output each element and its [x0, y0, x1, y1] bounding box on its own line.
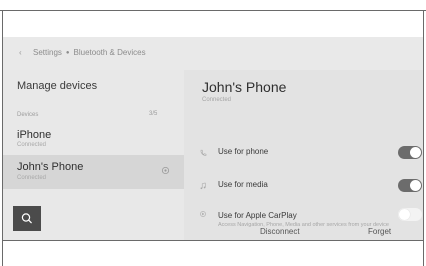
toggle-use-for-phone[interactable] — [398, 146, 422, 159]
bottom-margin — [3, 241, 423, 266]
device-status: Connected — [17, 175, 47, 181]
frame-right-border — [423, 10, 424, 266]
devices-section-label: Devices — [17, 112, 39, 118]
device-status: Connected — [17, 142, 47, 148]
frame-top-border — [0, 10, 426, 11]
toggle-knob — [399, 209, 410, 220]
search-icon — [21, 213, 32, 224]
device-list-panel: Manage devices Devices 3/5 iPhone Connec… — [3, 70, 184, 240]
breadcrumb-settings[interactable]: Settings — [33, 48, 62, 57]
devices-count: 3/5 — [149, 111, 158, 117]
device-title: John's Phone — [202, 79, 287, 95]
carplay-icon — [200, 211, 206, 217]
toggle-knob — [410, 147, 421, 158]
option-label: Use for media — [218, 180, 268, 189]
music-note-icon — [200, 182, 206, 190]
toggle-knob — [410, 180, 421, 191]
infotainment-screen: ‹ Settings ● Bluetooth & Devices Manage de… — [3, 37, 423, 240]
option-label: Use for phone — [218, 147, 269, 156]
device-detail-panel: John's Phone Connected Use for phone Use… — [184, 70, 423, 240]
device-item-johns-phone[interactable]: John's Phone Connected — [3, 155, 184, 189]
top-margin — [0, 0, 426, 10]
chevron-left-icon[interactable]: ‹ — [19, 48, 22, 57]
option-label: Use for Apple CarPlay — [218, 211, 297, 220]
forget-button[interactable]: Forget — [368, 227, 391, 236]
phone-icon — [200, 149, 207, 156]
manage-devices-title: Manage devices — [17, 80, 98, 92]
header-bar: ‹ Settings ● Bluetooth & Devices — [3, 37, 423, 70]
device-name: iPhone — [17, 129, 52, 141]
device-item-iphone[interactable]: iPhone Connected — [3, 122, 184, 154]
toggle-use-for-apple-carplay[interactable] — [398, 208, 422, 221]
device-connection-status: Connected — [202, 97, 232, 103]
device-name: John's Phone — [17, 161, 84, 173]
toggle-use-for-media[interactable] — [398, 179, 422, 192]
breadcrumb-bluetooth-devices: Bluetooth & Devices — [73, 48, 146, 57]
search-button[interactable] — [13, 206, 41, 231]
breadcrumb-separator: ● — [65, 50, 70, 56]
breadcrumb: Settings ● Bluetooth & Devices — [33, 48, 146, 57]
disconnect-button[interactable]: Disconnect — [260, 227, 300, 236]
connected-device-icon — [161, 166, 170, 175]
